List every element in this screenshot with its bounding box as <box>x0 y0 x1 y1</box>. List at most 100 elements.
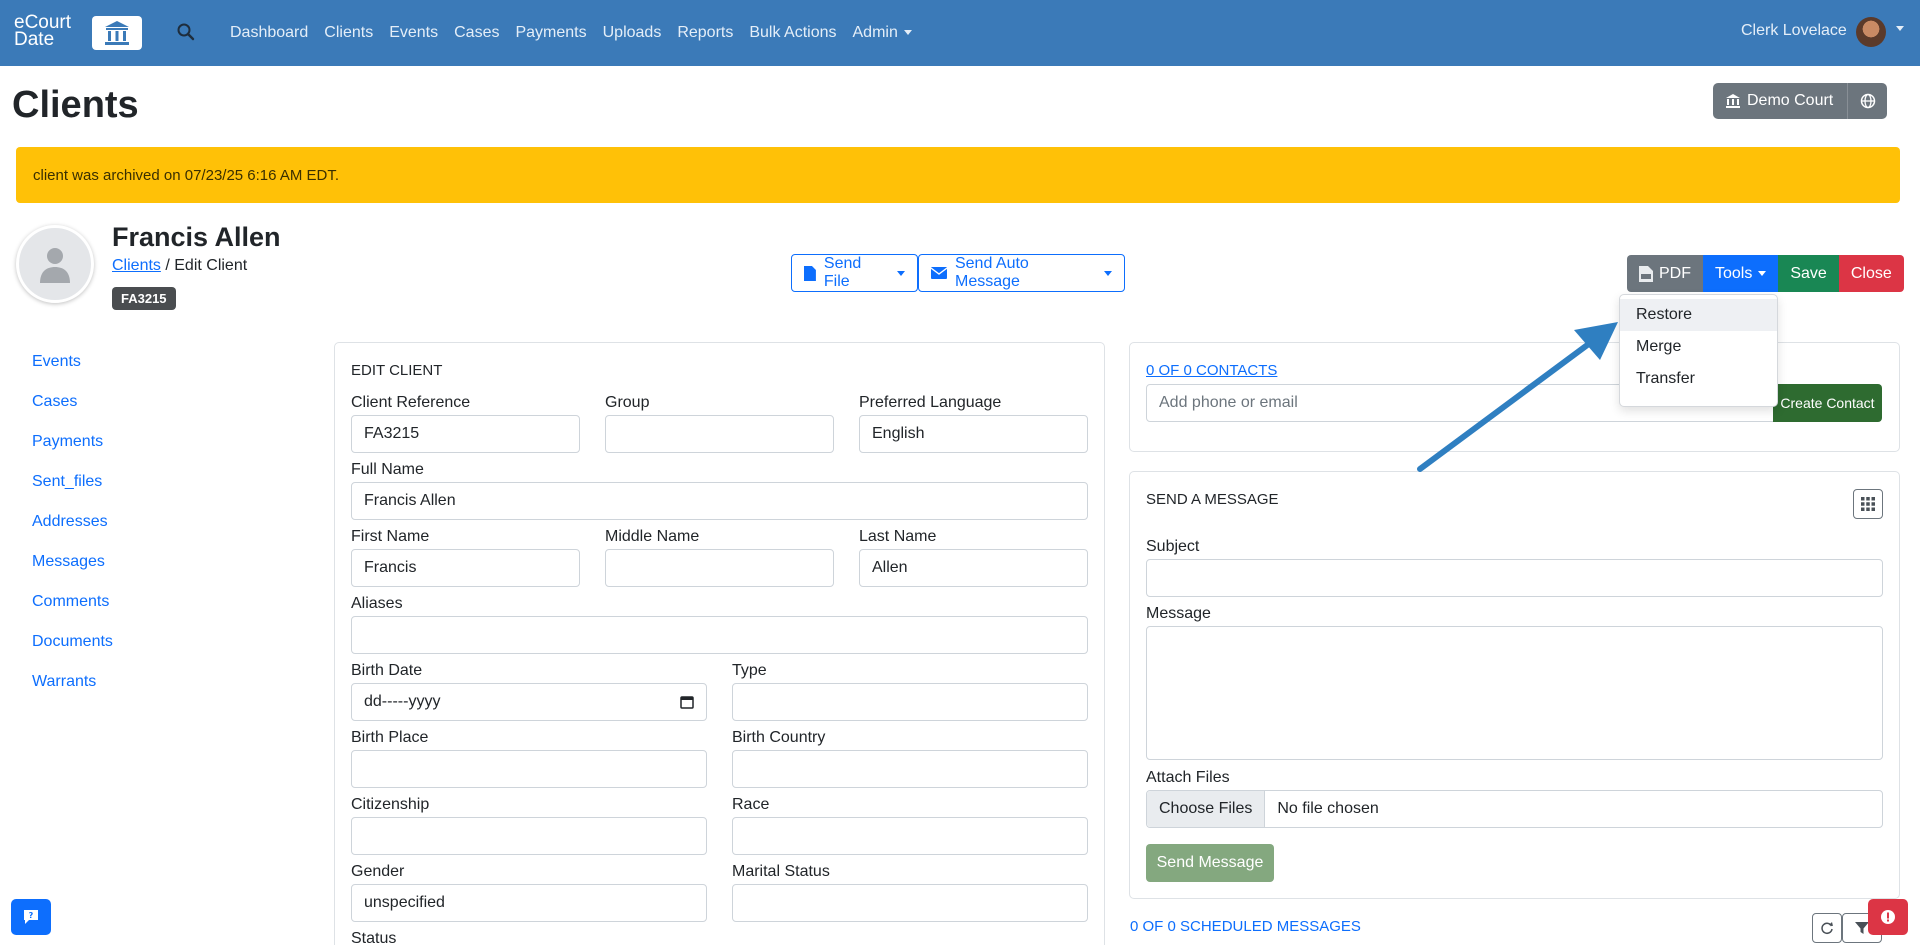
app-logo[interactable]: eCourt Date <box>14 12 142 52</box>
attach-files-input[interactable]: Choose Files No file chosen <box>1146 790 1883 828</box>
svg-text:?: ? <box>29 911 34 920</box>
user-menu-name[interactable]: Clerk Lovelace <box>1741 22 1847 40</box>
birth-country-input[interactable] <box>732 750 1088 788</box>
first-name-value: Francis <box>364 559 417 576</box>
breadcrumb-clients-link[interactable]: Clients <box>112 257 161 274</box>
tools-dropdown-button[interactable]: Tools <box>1703 255 1779 292</box>
preferred-language-select[interactable]: English <box>859 415 1088 453</box>
contacts-count-link[interactable]: 0 OF 0 CONTACTS <box>1146 362 1277 380</box>
templates-button[interactable] <box>1853 489 1883 519</box>
client-reference-value: FA3215 <box>364 425 420 442</box>
client-actions-group: PDF Tools Save Close <box>1627 255 1904 292</box>
send-message-title: SEND A MESSAGE <box>1146 491 1279 508</box>
send-auto-message-button[interactable]: Send Auto Message <box>918 254 1125 292</box>
tools-dropdown-menu: Restore Merge Transfer <box>1619 294 1778 407</box>
citizenship-input[interactable] <box>351 817 707 855</box>
middle-name-input[interactable] <box>605 549 834 587</box>
gender-label: Gender <box>351 863 405 880</box>
logo-text: eCourt Date <box>14 12 72 50</box>
search-icon[interactable] <box>176 22 196 42</box>
last-name-value: Allen <box>872 559 908 576</box>
send-file-button[interactable]: Send File <box>791 254 918 292</box>
nav-dashboard[interactable]: Dashboard <box>230 24 308 42</box>
archived-alert-text: client was archived on 07/23/25 6:16 AM … <box>33 166 340 184</box>
preferred-language-label: Preferred Language <box>859 394 1002 411</box>
subject-input[interactable] <box>1146 559 1883 597</box>
chevron-down-icon <box>1758 271 1767 276</box>
sidebar-item-messages[interactable]: Messages <box>32 550 113 590</box>
gender-value: unspecified <box>364 894 445 911</box>
scheduled-messages-link[interactable]: 0 OF 0 SCHEDULED MESSAGES <box>1130 918 1361 935</box>
nav-reports[interactable]: Reports <box>677 24 733 42</box>
middle-name-label: Middle Name <box>605 528 700 545</box>
group-input[interactable] <box>605 415 834 453</box>
sidebar-item-cases[interactable]: Cases <box>32 390 113 430</box>
chevron-down-icon <box>897 270 905 276</box>
menu-item-merge[interactable]: Merge <box>1620 331 1777 363</box>
close-button[interactable]: Close <box>1838 255 1904 292</box>
sidebar-item-documents[interactable]: Documents <box>32 630 113 670</box>
full-name-value: Francis Allen <box>364 492 456 509</box>
sidebar-item-addresses[interactable]: Addresses <box>32 510 113 550</box>
menu-item-restore[interactable]: Restore <box>1620 299 1777 331</box>
nav-bulk-actions[interactable]: Bulk Actions <box>749 24 836 42</box>
page-title: Clients <box>12 84 139 126</box>
chat-button[interactable]: ? <box>11 899 51 935</box>
birth-place-input[interactable] <box>351 750 707 788</box>
type-label: Type <box>732 662 767 679</box>
sidebar-item-payments[interactable]: Payments <box>32 430 113 470</box>
refresh-button[interactable] <box>1812 913 1842 943</box>
client-reference-input[interactable]: FA3215 <box>351 415 580 453</box>
client-sidebar: Events Cases Payments Sent_files Address… <box>32 350 113 710</box>
save-button[interactable]: Save <box>1778 255 1839 292</box>
edit-client-title: EDIT CLIENT <box>351 362 443 379</box>
gender-select[interactable]: unspecified <box>351 884 707 922</box>
nav-cases[interactable]: Cases <box>454 24 499 42</box>
choose-files-button[interactable]: Choose Files <box>1147 791 1266 827</box>
nav-uploads[interactable]: Uploads <box>603 24 662 42</box>
archived-alert: client was archived on 07/23/25 6:16 AM … <box>16 147 1900 203</box>
globe-icon <box>1860 93 1875 109</box>
preferred-language-value: English <box>872 425 925 442</box>
send-file-label: Send File <box>823 255 862 290</box>
marital-status-input[interactable] <box>732 884 1088 922</box>
nav-admin[interactable]: Admin <box>853 24 912 42</box>
race-input[interactable] <box>732 817 1088 855</box>
subject-label: Subject <box>1146 538 1200 555</box>
contacts-count-text: 0 OF 0 CONTACTS <box>1146 362 1278 379</box>
nav-payments[interactable]: Payments <box>515 24 586 42</box>
avatar[interactable] <box>1856 17 1886 47</box>
sidebar-item-sent-files[interactable]: Sent_files <box>32 470 113 510</box>
client-id-badge: FA3215 <box>112 287 176 310</box>
message-textarea[interactable] <box>1146 626 1883 760</box>
pdf-label: PDF <box>1659 264 1691 282</box>
tools-label: Tools <box>1715 264 1753 282</box>
user-icon <box>40 248 70 283</box>
type-input[interactable] <box>732 683 1088 721</box>
birth-date-value: dd-----yyyy <box>364 693 441 710</box>
sidebar-item-comments[interactable]: Comments <box>32 590 113 630</box>
aliases-input[interactable] <box>351 616 1088 654</box>
last-name-input[interactable]: Allen <box>859 549 1088 587</box>
sidebar-item-warrants[interactable]: Warrants <box>32 670 113 710</box>
birth-date-input[interactable]: dd-----yyyy <box>351 683 707 721</box>
create-contact-button[interactable]: Create Contact <box>1773 384 1882 422</box>
breadcrumb-current: / Edit Client <box>160 257 248 274</box>
calendar-icon[interactable] <box>680 695 694 709</box>
full-name-input[interactable]: Francis Allen <box>351 482 1088 520</box>
error-report-button[interactable] <box>1868 899 1908 935</box>
attach-files-label: Attach Files <box>1146 769 1230 786</box>
menu-item-transfer[interactable]: Transfer <box>1620 363 1777 395</box>
nav-clients[interactable]: Clients <box>324 24 373 42</box>
marital-status-label: Marital Status <box>732 863 830 880</box>
demo-court-button[interactable]: Demo Court <box>1713 83 1848 119</box>
chevron-down-icon <box>903 30 912 36</box>
nav-events[interactable]: Events <box>389 24 438 42</box>
birth-date-label: Birth Date <box>351 662 423 679</box>
chevron-down-icon[interactable] <box>1896 26 1904 31</box>
language-button[interactable] <box>1847 83 1888 119</box>
first-name-input[interactable]: Francis <box>351 549 580 587</box>
send-message-button[interactable]: Send Message <box>1146 844 1274 882</box>
pdf-button[interactable]: PDF <box>1627 255 1703 292</box>
sidebar-item-events[interactable]: Events <box>32 350 113 390</box>
